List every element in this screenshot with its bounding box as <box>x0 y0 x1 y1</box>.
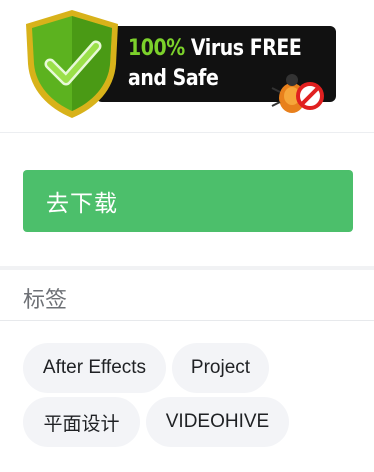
badge-percent: 100% <box>128 36 185 61</box>
download-card: 去下载 <box>0 133 374 266</box>
check-shield-icon <box>26 10 118 118</box>
badge-card: 100% Virus FREE and Safe <box>0 0 374 132</box>
tag-after-effects[interactable]: After Effects <box>23 343 166 393</box>
tag-graphic-design[interactable]: 平面设计 <box>23 397 140 447</box>
tags-title: 标签 <box>23 287 68 312</box>
badge-line-1-text: Virus FREE <box>184 36 302 61</box>
badge-line-1: 100% Virus FREE <box>128 36 302 61</box>
page: 100% Virus FREE and Safe 去下载 标签 After Ef… <box>0 0 374 472</box>
download-button[interactable]: 去下载 <box>23 170 353 232</box>
badge-line-2: and Safe <box>128 66 219 91</box>
tag-project[interactable]: Project <box>172 343 269 393</box>
tags-card: 标签 After Effects Project 平面设计 VIDEOHIVE <box>0 270 374 472</box>
virus-free-badge: 100% Virus FREE and Safe <box>20 6 338 122</box>
tags-divider <box>0 320 374 321</box>
no-bug-icon <box>271 74 324 113</box>
tag-videohive[interactable]: VIDEOHIVE <box>146 397 289 447</box>
